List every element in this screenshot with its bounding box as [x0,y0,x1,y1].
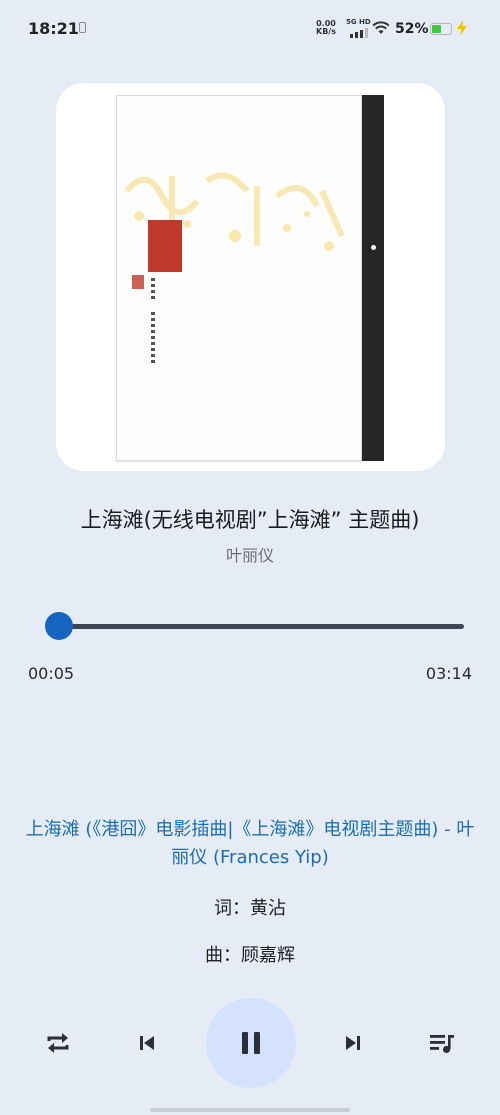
total-duration: 03:14 [425,664,472,683]
small-seal-stamp [132,275,144,289]
lyric-line[interactable]: 词：黄沾 [0,894,500,920]
play-pause-button[interactable] [206,998,296,1088]
album-art [56,83,445,471]
status-bar: 18:21 0.00 KB/s 5G HD 52% [0,0,500,60]
vertical-text-decoration [151,278,155,363]
lyric-current-line[interactable]: 上海滩 (《港囧》电影插曲|《上海滩》电视剧主题曲) - 叶丽仪 (France… [20,816,480,872]
battery-percent: 52% [395,21,429,37]
cd-spine [362,95,384,461]
red-seal-stamp [148,220,182,272]
network-speed-unit: KB/s [316,27,336,36]
pause-icon [242,1032,260,1054]
skip-next-icon [346,1036,360,1050]
queue-music-icon [430,1035,454,1054]
charging-icon [457,20,467,36]
queue-button[interactable] [424,1026,460,1060]
repeat-button[interactable] [40,1028,76,1058]
wifi-icon [372,21,390,34]
next-button[interactable] [338,1028,368,1058]
spine-dot [371,245,376,250]
elapsed-time: 00:05 [28,664,75,683]
status-time: 18:21 [28,19,79,38]
lyric-line[interactable]: 曲：顾嘉辉 [0,941,500,967]
progress-thumb[interactable] [45,612,74,640]
cellular-signal-icon: 5G HD [346,18,371,38]
artist-name[interactable]: 叶丽仪 [0,542,500,566]
skip-previous-icon [140,1036,154,1050]
home-indicator[interactable] [150,1108,350,1112]
sim-icon [79,22,86,33]
previous-button[interactable] [132,1028,162,1058]
battery-icon [430,23,452,35]
progress-track[interactable] [48,624,464,629]
battery-level-fill [432,25,441,33]
network-speed: 0.00 KB/s [316,20,336,36]
network-type-label: 5G HD [346,18,371,26]
repeat-icon [47,1033,69,1053]
song-title: 上海滩(无线电视剧”上海滩” 主题曲) [80,508,420,532]
